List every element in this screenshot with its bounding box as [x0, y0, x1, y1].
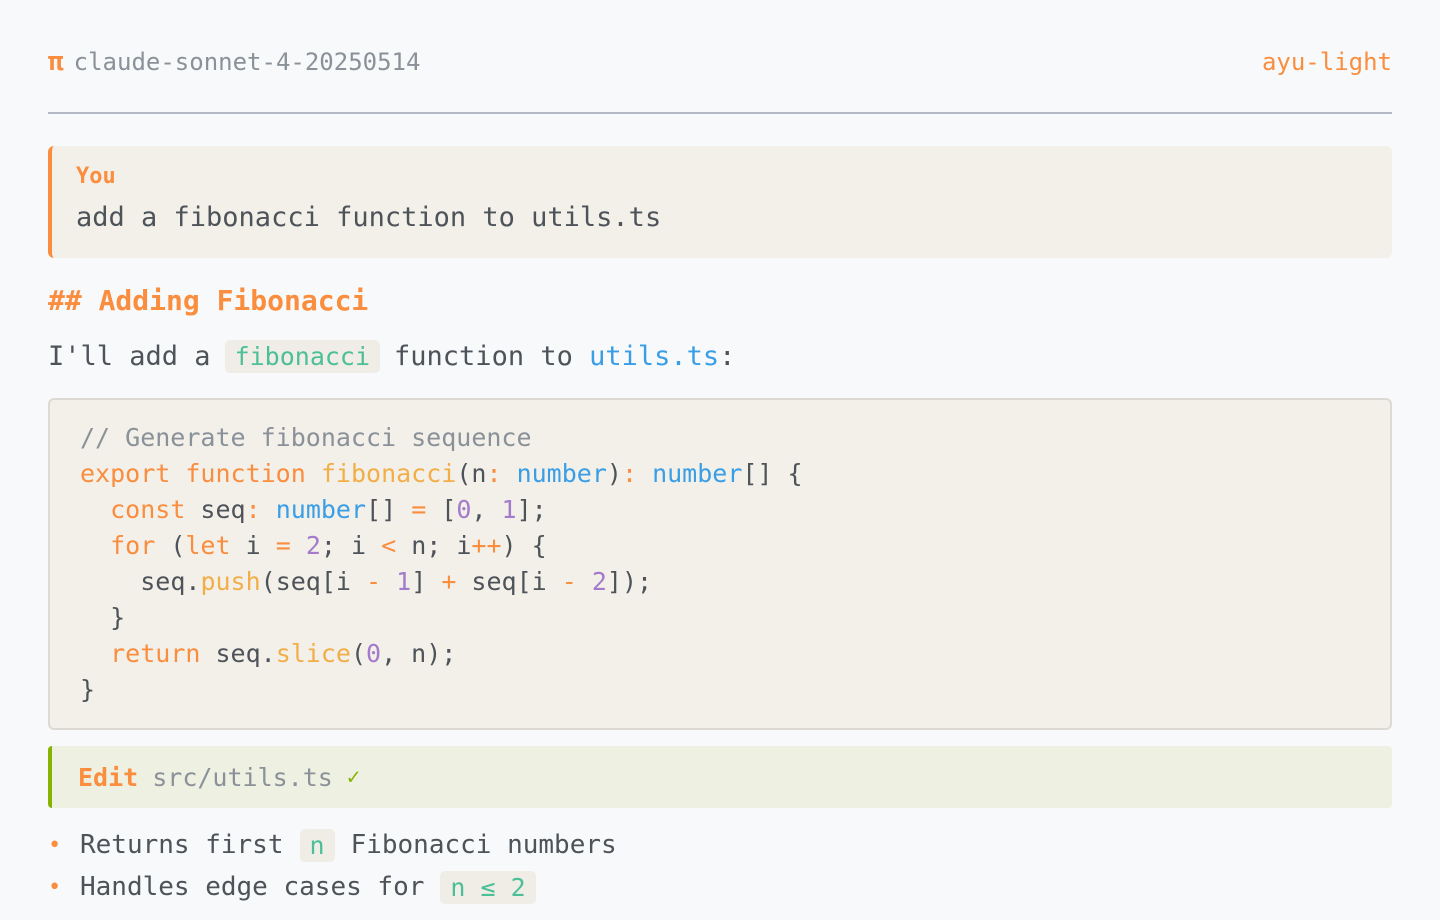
code-token: number: [652, 459, 743, 488]
code-line: }: [80, 672, 803, 708]
code-token: 0: [366, 639, 382, 668]
file-link[interactable]: utils.ts: [589, 341, 719, 372]
code-token: number: [275, 495, 367, 524]
code-token: (n: [456, 459, 487, 488]
code-token: :: [486, 459, 502, 488]
code-token: ]: [411, 567, 442, 596]
code-line: }: [80, 600, 803, 636]
intro-text-before: I'll add a: [48, 341, 211, 372]
code-token: 0: [456, 495, 472, 524]
code-token: [: [426, 495, 457, 524]
code-token: 2: [591, 567, 607, 596]
code-token: -: [366, 567, 382, 596]
chat-view: π claude-sonnet-4-20250514 ayu-light You…: [48, 0, 1392, 920]
model-name: claude-sonnet-4-20250514: [73, 48, 421, 76]
bullet-text: Fibonacci numbers: [350, 830, 617, 860]
bullet-text: Returns first: [80, 830, 284, 860]
code-token: }: [80, 675, 96, 704]
code-token: ; i: [320, 531, 382, 560]
user-message: You add a fibonacci function to utils.ts: [48, 146, 1392, 258]
code-token: , n);: [381, 639, 457, 668]
code-token: }: [110, 603, 126, 632]
code-token: (seq[i: [260, 567, 367, 596]
intro-text-after: :: [719, 341, 736, 372]
user-label: You: [76, 164, 116, 189]
pi-icon: π: [48, 47, 64, 77]
list-item: • Returns first n Fibonacci numbers: [48, 824, 1392, 866]
inline-code: fibonacci: [224, 340, 381, 373]
code-token: function: [185, 459, 306, 488]
code-token: export: [80, 459, 171, 488]
code-token: (: [155, 531, 186, 560]
code-comment: // Generate fibonacci sequence: [80, 423, 532, 452]
code-token: 2: [305, 531, 321, 560]
code-line: return seq.slice(0, n);: [80, 636, 803, 672]
code-line: export function fibonacci(n: number): nu…: [80, 456, 803, 492]
user-message-text: add a fibonacci function to utils.ts: [76, 202, 662, 233]
header-divider: [48, 112, 1392, 114]
code-token: ++: [471, 531, 502, 560]
code-token: ,: [471, 495, 502, 524]
code-token: seq: [185, 495, 246, 524]
code-token: slice: [275, 639, 351, 668]
code-token: ];: [516, 495, 547, 524]
response-heading: ## Adding Fibonacci: [48, 284, 369, 317]
code-token: push: [200, 567, 261, 596]
code-token: i: [230, 531, 276, 560]
code-token: =: [275, 531, 291, 560]
code-token: seq.: [200, 639, 276, 668]
check-icon: ✓: [346, 764, 361, 790]
code-token: :: [621, 459, 637, 488]
bullet-list: • Returns first n Fibonacci numbers • Ha…: [48, 824, 1392, 908]
code-token: return: [110, 639, 201, 668]
model-info: π claude-sonnet-4-20250514: [48, 48, 420, 76]
code-token: (: [350, 639, 367, 668]
code-token: fibonacci: [320, 459, 457, 488]
code-lines: // Generate fibonacci sequence export fun…: [80, 420, 803, 708]
code-token: ): [606, 459, 622, 488]
code-token: seq.: [140, 567, 201, 596]
code-block: // Generate fibonacci sequence export fun…: [48, 398, 1392, 730]
code-token: n; i: [396, 531, 472, 560]
intro-text-middle: function to: [394, 341, 590, 372]
code-token: 1: [501, 495, 517, 524]
code-line: for (let i = 2; i < n; i++) {: [80, 528, 803, 564]
code-token: for: [110, 531, 156, 560]
code-token: =: [411, 495, 427, 524]
code-line: const seq: number[] = [0, 1];: [80, 492, 803, 528]
code-token: <: [381, 531, 397, 560]
code-line: seq.push(seq[i - 1] + seq[i - 2]);: [80, 564, 803, 600]
code-token: let: [185, 531, 231, 560]
inline-code: n: [299, 828, 335, 862]
code-token: 1: [396, 567, 412, 596]
code-token: []: [366, 495, 412, 524]
tool-call-edit[interactable]: Edit src/utils.ts ✓: [48, 746, 1392, 808]
code-token: +: [441, 567, 457, 596]
code-line: // Generate fibonacci sequence: [80, 420, 803, 456]
code-token: :: [245, 495, 261, 524]
code-token: const: [110, 495, 186, 524]
code-token: seq[i: [456, 567, 562, 596]
response-intro: I'll add a fibonacci function to utils.t…: [48, 340, 735, 373]
bullet-icon: •: [48, 832, 62, 858]
code-token: ) {: [501, 531, 547, 560]
code-token: ]);: [606, 567, 653, 596]
tool-name: Edit: [78, 762, 139, 792]
bullet-icon: •: [48, 874, 62, 900]
tool-path: src/utils.ts: [152, 762, 333, 792]
theme-name[interactable]: ayu-light: [1262, 48, 1392, 76]
list-item: • Handles edge cases for n ≤ 2: [48, 866, 1392, 908]
bullet-text: Handles edge cases for: [80, 872, 425, 902]
header-bar: π claude-sonnet-4-20250514 ayu-light: [48, 40, 1392, 84]
code-token: [] {: [742, 459, 803, 488]
code-token: number: [516, 459, 607, 488]
inline-code: n ≤ 2: [440, 870, 536, 904]
code-token: -: [561, 567, 577, 596]
